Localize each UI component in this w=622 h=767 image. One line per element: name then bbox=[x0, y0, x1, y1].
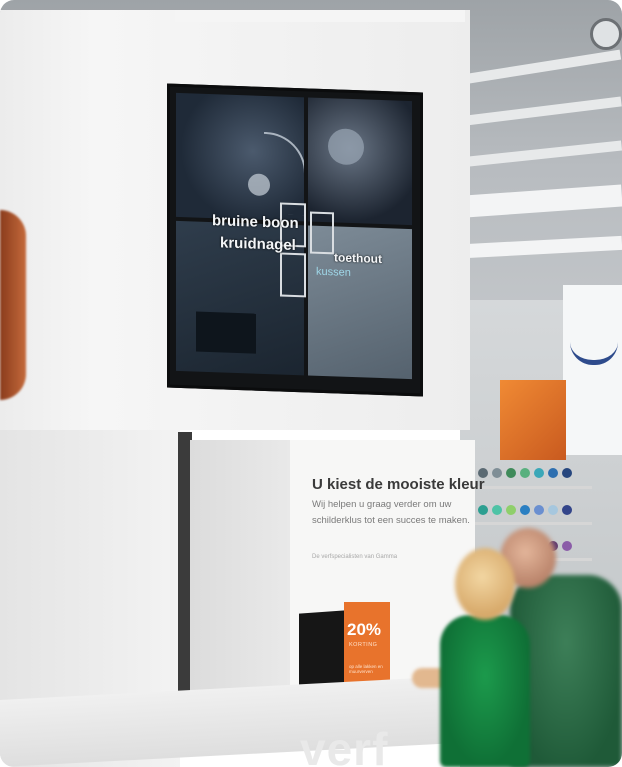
ceiling-spotlight bbox=[590, 18, 622, 50]
wall-label-kruidnagel: kruidnagel bbox=[220, 234, 296, 255]
paint-can bbox=[520, 468, 530, 478]
panel-body-line: schilderklus tot een succes te maken. bbox=[312, 515, 470, 526]
orange-display bbox=[500, 380, 566, 460]
lamp-shape bbox=[328, 128, 364, 166]
paint-can bbox=[492, 505, 502, 515]
promo-label: KORTING bbox=[349, 642, 378, 648]
paint-shelf bbox=[472, 486, 592, 489]
paint-can bbox=[562, 541, 572, 551]
wall-label-toethout: toethout bbox=[334, 250, 382, 267]
screen-tile bbox=[308, 97, 412, 226]
swatch-square bbox=[280, 252, 306, 298]
paint-can bbox=[534, 505, 544, 515]
person-woman-body bbox=[440, 615, 530, 767]
panel-body-line: Wij helpen u graag verder om uw bbox=[312, 499, 452, 510]
paint-can bbox=[534, 468, 544, 478]
paint-can bbox=[506, 505, 516, 515]
panel-small-note: De verfspecialisten van Gamma bbox=[312, 554, 398, 560]
hanging-banner bbox=[563, 285, 622, 455]
pillar-top-edge bbox=[175, 10, 465, 22]
paint-can bbox=[520, 505, 530, 515]
counter-lettering: verf bbox=[300, 723, 389, 767]
wall-label-kussen: kussen bbox=[316, 265, 351, 279]
paint-can bbox=[548, 505, 558, 515]
paint-can bbox=[562, 468, 572, 478]
paint-can bbox=[478, 505, 488, 515]
promo-fine-print: op alle lakken en muurverven bbox=[349, 664, 383, 674]
swatch-square bbox=[310, 211, 334, 255]
paint-can bbox=[492, 468, 502, 478]
paint-shelf bbox=[472, 522, 592, 525]
person-woman-head bbox=[455, 548, 515, 620]
paint-can bbox=[548, 468, 558, 478]
wall-label-bruine-boon: bruine boon bbox=[212, 212, 299, 233]
video-wall: bruine boon kruidnagel toethout kussen bbox=[167, 83, 423, 397]
chair-shape bbox=[196, 311, 256, 354]
promo-percent: 20% bbox=[347, 620, 382, 639]
lower-wall-middle bbox=[190, 440, 290, 720]
paint-can bbox=[506, 468, 516, 478]
panel-headline: U kiest de mooiste kleur bbox=[312, 476, 485, 493]
person-hair-edge bbox=[0, 210, 26, 400]
paint-can bbox=[562, 505, 572, 515]
store-photo: bruine boon kruidnagel toethout kussen U… bbox=[0, 0, 622, 767]
